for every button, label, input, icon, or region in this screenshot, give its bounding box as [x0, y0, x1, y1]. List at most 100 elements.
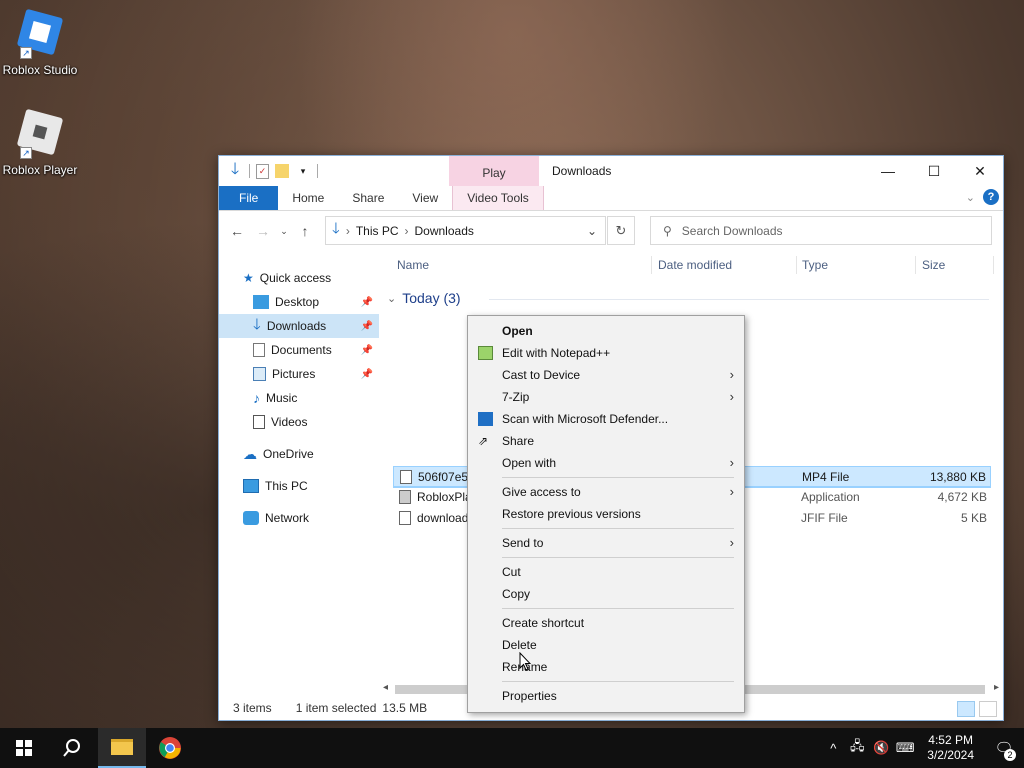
sidebar-item-videos[interactable]: Videos — [219, 410, 379, 434]
menu-item-copy[interactable]: Copy — [468, 583, 744, 605]
refresh-button[interactable]: ↻ — [607, 216, 635, 245]
column-header-date[interactable]: Date modified — [658, 258, 732, 272]
tab-home[interactable]: Home — [278, 186, 338, 210]
start-button[interactable] — [0, 728, 48, 768]
sidebar-item-label: Downloads — [266, 319, 327, 333]
minimize-button[interactable]: — — [865, 156, 911, 186]
maximize-button[interactable]: ☐ — [911, 156, 957, 186]
menu-item-delete[interactable]: Delete — [468, 634, 744, 656]
menu-item-7zip[interactable]: 7-Zip › — [468, 386, 744, 408]
menu-item-scan-defender[interactable]: Scan with Microsoft Defender... — [468, 408, 744, 430]
network-icon[interactable]: 🖧 — [845, 737, 869, 759]
customize-toolbar-icon[interactable]: ▾ — [295, 163, 311, 179]
folder-icon — [111, 739, 133, 755]
menu-item-open[interactable]: Open — [468, 320, 744, 342]
tab-share[interactable]: Share — [338, 186, 398, 210]
menu-item-open-with[interactable]: Open with › — [468, 452, 744, 474]
menu-item-label: Restore previous versions — [502, 507, 641, 521]
volume-muted-icon[interactable]: 🔇 — [869, 740, 893, 756]
menu-separator — [502, 608, 734, 609]
sidebar-item-desktop[interactable]: Desktop 📌 — [219, 290, 379, 314]
notification-count-badge: 2 — [1004, 749, 1016, 761]
menu-item-cut[interactable]: Cut — [468, 561, 744, 583]
tab-file[interactable]: File — [219, 186, 279, 210]
clock[interactable]: 4:52 PM 3/2/2024 — [917, 733, 984, 763]
sidebar-item-label: Pictures — [272, 367, 316, 381]
downloads-icon: 🡓 — [332, 220, 340, 237]
tab-video-tools[interactable]: Video Tools — [452, 186, 544, 210]
notification-center-button[interactable]: 🗨 2 — [984, 739, 1024, 761]
sidebar-item-label: Desktop — [275, 295, 320, 309]
group-header[interactable]: ⌄ Today (3) — [387, 290, 461, 306]
search-button[interactable] — [48, 728, 96, 768]
breadcrumb-this-pc[interactable]: This PC — [356, 224, 399, 238]
menu-item-cast-to-device[interactable]: Cast to Device › — [468, 364, 744, 386]
details-view-button[interactable] — [957, 701, 975, 717]
scroll-left-icon[interactable]: ◂ — [383, 682, 388, 693]
show-hidden-icons-icon[interactable]: ^ — [821, 741, 845, 756]
search-input[interactable]: ⚲ Search Downloads — [650, 216, 992, 245]
forward-arrow-icon[interactable]: → — [253, 223, 273, 239]
selected-count: 1 item selected — [295, 701, 377, 715]
chevron-down-icon: ⌄ — [387, 292, 397, 305]
sidebar-item-documents[interactable]: Documents 📌 — [219, 338, 379, 362]
menu-item-restore-versions[interactable]: Restore previous versions — [468, 503, 744, 525]
help-icon[interactable]: ? — [983, 189, 999, 205]
desktop-icon-roblox-studio[interactable]: ↗ Roblox Studio — [0, 8, 80, 77]
network-icon — [243, 511, 259, 525]
menu-item-share[interactable]: ⇗ Share — [468, 430, 744, 452]
close-button[interactable]: ✕ — [957, 156, 1003, 186]
sidebar-item-network[interactable]: Network — [219, 506, 379, 530]
column-headers: Name Date modified Type Size — [379, 248, 1003, 282]
sidebar-item-this-pc[interactable]: This PC — [219, 474, 379, 498]
windows-logo-icon — [16, 740, 32, 756]
expand-ribbon-icon[interactable]: ⌄ — [966, 191, 975, 204]
taskbar-chrome[interactable] — [146, 728, 194, 768]
sidebar-item-label: Quick access — [259, 271, 332, 285]
refresh-icon: ↻ — [615, 222, 627, 238]
menu-item-properties[interactable]: Properties — [468, 685, 744, 707]
column-header-name[interactable]: Name — [397, 258, 429, 272]
breadcrumb-downloads[interactable]: Downloads — [415, 224, 474, 238]
menu-item-label: Properties — [502, 689, 557, 703]
menu-item-create-shortcut[interactable]: Create shortcut — [468, 612, 744, 634]
sidebar-item-pictures[interactable]: Pictures 📌 — [219, 362, 379, 386]
menu-item-edit-notepad[interactable]: Edit with Notepad++ — [468, 342, 744, 364]
menu-item-label: Open with — [502, 456, 557, 470]
file-size: 13,880 KB — [929, 470, 986, 484]
menu-item-label: Give access to — [502, 485, 581, 499]
large-icons-view-button[interactable] — [979, 701, 997, 717]
pin-icon: 📌 — [360, 344, 373, 356]
column-header-size[interactable]: Size — [922, 258, 945, 272]
menu-item-rename[interactable]: Rename — [468, 656, 744, 678]
properties-icon[interactable]: ✓ — [256, 163, 269, 179]
defender-shield-icon — [478, 412, 493, 426]
address-bar[interactable]: 🡓 › This PC › Downloads ⌄ — [325, 216, 606, 245]
sidebar-item-downloads[interactable]: 🡓 Downloads 📌 — [219, 314, 379, 338]
file-name: RobloxPla — [417, 490, 472, 504]
roblox-player-icon: ↗ — [16, 108, 64, 161]
menu-item-label: Delete — [502, 638, 537, 652]
address-dropdown-icon[interactable]: ⌄ — [587, 224, 597, 238]
sidebar-item-quick-access[interactable]: ★ Quick access — [219, 266, 379, 290]
back-arrow-icon[interactable]: ← — [227, 223, 247, 239]
share-icon: ⇗ — [478, 434, 489, 448]
new-folder-icon[interactable] — [275, 164, 289, 178]
file-size: 4,672 KB — [937, 490, 987, 504]
column-header-type[interactable]: Type — [802, 258, 828, 272]
videos-icon — [253, 415, 265, 429]
taskbar-file-explorer[interactable] — [98, 728, 146, 768]
scroll-right-icon[interactable]: ▸ — [994, 682, 999, 693]
up-arrow-icon[interactable]: ↑ — [295, 223, 315, 239]
file-type: JFIF File — [801, 511, 848, 525]
menu-item-send-to[interactable]: Send to › — [468, 532, 744, 554]
tab-view[interactable]: View — [398, 186, 452, 210]
menu-item-give-access[interactable]: Give access to › — [468, 481, 744, 503]
recent-locations-icon[interactable]: ⌄ — [279, 226, 289, 237]
desktop-icon-roblox-player[interactable]: ↗ Roblox Player — [0, 108, 80, 177]
sidebar-item-music[interactable]: ♪ Music — [219, 386, 379, 410]
touch-keyboard-icon[interactable]: ⌨ — [893, 740, 917, 756]
sidebar-item-onedrive[interactable]: ☁ OneDrive — [219, 442, 379, 466]
menu-separator — [502, 477, 734, 478]
search-icon — [63, 739, 80, 757]
